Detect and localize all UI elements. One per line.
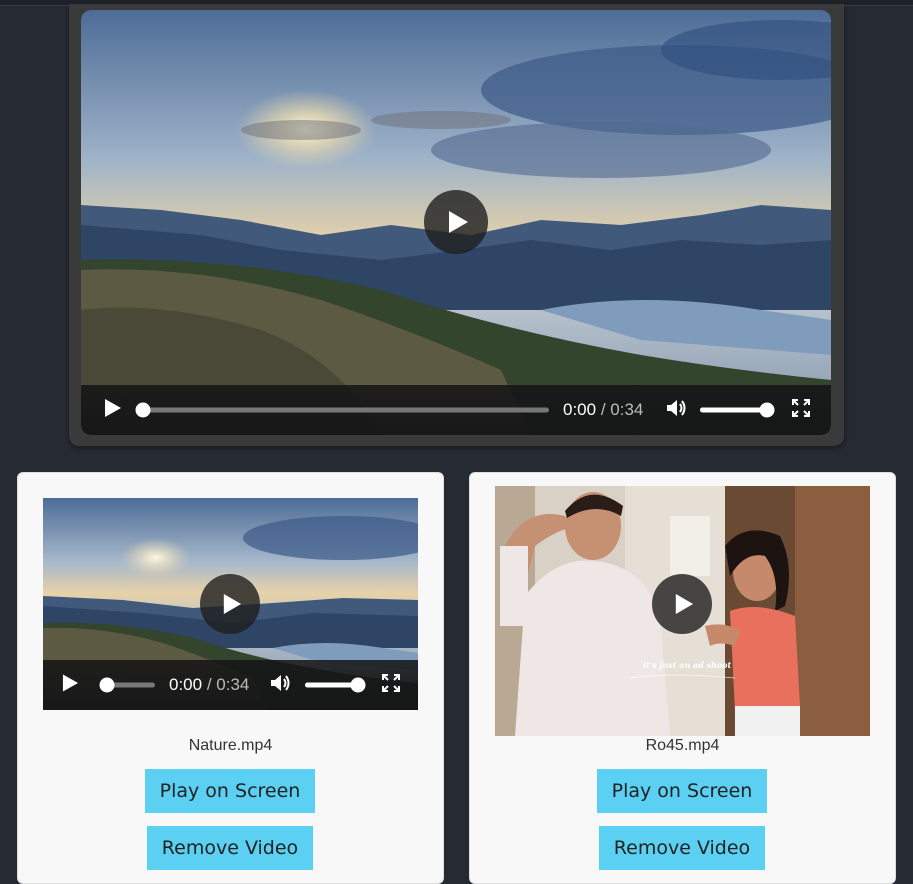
big-play-button[interactable]	[652, 574, 712, 634]
video-filename: Nature.mp4	[188, 737, 273, 754]
play-button[interactable]	[104, 398, 122, 422]
main-video-player[interactable]: 0:00 / 0:34	[81, 10, 831, 435]
ro45-video-player[interactable]: it's just an ad shoot	[495, 486, 870, 736]
video-card-nature: 0:00 / 0:34 Nature.mp4 Play on Screen Re…	[17, 472, 444, 884]
video-filename: Ro45.mp4	[645, 737, 720, 754]
play-on-screen-button[interactable]: Play on Screen	[597, 769, 767, 813]
volume-handle[interactable]	[759, 402, 774, 418]
play-icon	[62, 674, 79, 692]
time-separator: /	[202, 675, 217, 694]
mute-button[interactable]	[270, 673, 292, 697]
duration: 0:34	[610, 400, 644, 419]
seek-handle[interactable]	[135, 402, 151, 418]
video-controls-bar: 0:00 / 0:34	[43, 660, 418, 710]
remove-video-button[interactable]: Remove Video	[147, 826, 313, 870]
duration: 0:34	[216, 675, 250, 694]
remove-video-button[interactable]: Remove Video	[599, 826, 765, 870]
current-time: 0:00	[563, 400, 597, 419]
time-display: 0:00 / 0:34	[563, 400, 643, 420]
current-time: 0:00	[169, 675, 203, 694]
play-icon	[223, 594, 242, 614]
volume-handle[interactable]	[350, 677, 366, 693]
seek-bar[interactable]	[143, 407, 549, 413]
play-button[interactable]	[62, 674, 79, 697]
fullscreen-icon	[382, 674, 400, 692]
time-display: 0:00 / 0:34	[169, 675, 249, 695]
fullscreen-button[interactable]	[792, 399, 810, 421]
play-icon	[675, 594, 694, 614]
fullscreen-icon	[792, 399, 810, 417]
volume-fill	[700, 407, 767, 413]
play-icon	[105, 399, 121, 417]
seek-handle[interactable]	[99, 677, 115, 693]
video-controls-bar: 0:00 / 0:34	[81, 385, 831, 435]
mute-button[interactable]	[666, 398, 688, 422]
video-overlay-caption: it's just an ad shoot	[643, 660, 732, 670]
volume-icon	[271, 675, 290, 691]
fullscreen-button[interactable]	[382, 674, 400, 696]
time-separator: /	[596, 400, 611, 419]
volume-icon	[667, 400, 686, 416]
play-on-screen-button[interactable]: Play on Screen	[145, 769, 315, 813]
nature-video-player[interactable]: 0:00 / 0:34	[43, 498, 418, 710]
big-play-button[interactable]	[424, 190, 488, 254]
video-card-ro45: it's just an ad shoot Ro45.mp4 Play on S…	[469, 472, 896, 884]
play-icon	[449, 211, 468, 233]
big-play-button[interactable]	[200, 574, 260, 634]
